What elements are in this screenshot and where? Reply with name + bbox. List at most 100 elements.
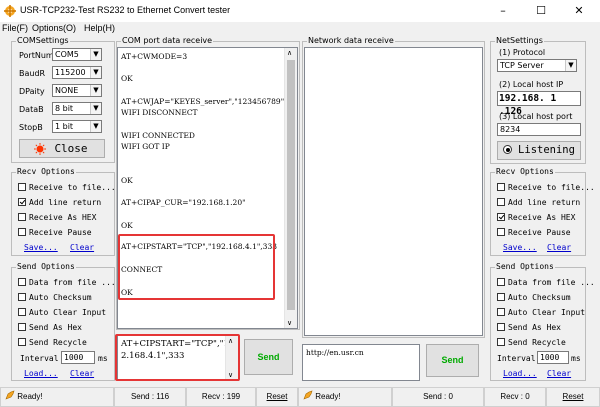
network-send-textarea[interactable]: http://en.usr.cn [302,344,420,381]
network-send-button[interactable]: Send [426,344,479,377]
receive-to-file-label: Receive to file... [29,183,116,192]
checkbox-box [497,213,505,221]
port-value: COM5 [55,50,79,59]
net-send-as-hex-checkbox[interactable]: Send As Hex [497,323,561,332]
send-options-left-title: Send Options [16,262,76,271]
close-port-label: Close [54,142,88,155]
net-auto-clear-input-label: Auto Clear Input [508,308,586,317]
close-window-button[interactable]: ✕ [560,0,598,22]
ready-icon [5,390,15,400]
net-interval-input[interactable]: 1000 [537,351,569,364]
net-settings-group: NetSettings (1) Protocol TCP Server ▼ (2)… [490,36,586,164]
network-receive-textarea[interactable] [304,47,483,336]
log-line: WIFI CONNECTED [121,131,195,140]
protocol-select[interactable]: TCP Server ▼ [497,59,577,72]
net-receive-as-hex-checkbox[interactable]: Receive As HEX [497,213,575,222]
net-data-from-file-checkbox[interactable]: Data from file ... [497,278,595,287]
reset-button[interactable]: Reset [256,387,298,407]
recv-options-right-group: Recv Options Receive to file... Add line… [490,167,595,256]
log-line: OK [121,74,133,83]
maximize-button[interactable]: ☐ [522,0,560,22]
ready-text: Ready! [17,392,43,401]
data-from-file-checkbox[interactable]: Data from file ... [18,278,116,287]
receive-pause-checkbox[interactable]: Receive Pause [18,228,92,237]
com-send-button[interactable]: Send [244,339,293,375]
listening-button[interactable]: Listening [497,141,581,160]
interval-label: Interval [20,354,59,363]
auto-clear-input-checkbox[interactable]: Auto Clear Input [18,308,106,317]
add-line-return-label: Add line return [29,198,102,207]
net-receive-pause-checkbox[interactable]: Receive Pause [497,228,571,237]
net-auto-checksum-checkbox[interactable]: Auto Checksum [497,293,571,302]
scroll-thumb[interactable] [287,60,295,310]
parity-label: DPaity [19,87,45,96]
menu-options[interactable]: Options(O) [32,23,76,33]
auto-checksum-checkbox[interactable]: Auto Checksum [18,293,92,302]
interval-input[interactable]: 1000 [61,351,95,364]
receive-pause-label: Receive Pause [29,228,92,237]
net-receive-to-file-checkbox[interactable]: Receive to file... [497,183,595,192]
add-line-return-checkbox[interactable]: Add line return [18,198,101,207]
status-recv-count: Recv : 199 [186,387,256,407]
minimize-button[interactable]: – [484,0,522,22]
log-line: WIFI GOT IP [121,142,170,151]
receive-as-hex-label: Receive As HEX [29,213,97,222]
stopbits-select[interactable]: 1 bit ▼ [52,120,102,133]
net-send-recycle-checkbox[interactable]: Send Recycle [497,338,566,347]
log-line: AT+CIPAP_CUR="192.168.1.20" [121,198,246,207]
net-add-line-return-label: Add line return [508,198,581,207]
app-icon [4,5,16,17]
net-save-link[interactable]: Save... [503,243,537,252]
net-add-line-return-checkbox[interactable]: Add line return [497,198,580,207]
log-line: AT+CWJAP="KEYES_server","123456789" [121,97,285,106]
highlight-box [118,234,275,300]
radio-icon [503,145,513,154]
host-ip-input[interactable]: 192.168. 1 .126 [497,91,581,117]
status-net-send-count: Send : 0 [392,387,484,407]
host-port-label: (3) Local host port [499,112,573,121]
auto-clear-input-label: Auto Clear Input [29,308,107,317]
send-as-hex-label: Send As Hex [29,323,82,332]
send-options-right-group: Send Options Data from file ... Auto Che… [490,262,595,381]
net-receive-pause-label: Receive Pause [508,228,571,237]
network-receive-title: Network data receive [307,36,395,45]
net-interval-label: Interval [497,354,536,363]
ready-text: Ready! [315,392,341,401]
protocol-value: TCP Server [500,61,544,70]
save-link[interactable]: Save... [24,243,58,252]
checkbox-box [497,198,505,206]
data-from-file-label: Data from file ... [29,278,116,287]
send-recycle-checkbox[interactable]: Send Recycle [18,338,87,347]
port-select[interactable]: COM5 ▼ [52,48,102,61]
send-options-right-title: Send Options [495,262,555,271]
net-load-link[interactable]: Load... [503,369,537,378]
send-as-hex-checkbox[interactable]: Send As Hex [18,323,82,332]
com-receive-scrollbar[interactable]: ∧ ∨ [284,48,297,328]
checkbox-box [18,308,26,316]
menu-file[interactable]: File(F) [2,23,28,33]
checkbox-box [18,183,26,191]
menu-help[interactable]: Help(H) [84,23,115,33]
parity-value: NONE [55,86,79,95]
net-auto-clear-input-checkbox[interactable]: Auto Clear Input [497,308,585,317]
clear-recv-link[interactable]: Clear [70,243,94,252]
log-line: OK [121,221,133,230]
databits-select[interactable]: 8 bit ▼ [52,102,102,115]
close-port-button[interactable]: Close [19,139,105,158]
net-clear-recv-link[interactable]: Clear [547,243,571,252]
baud-select[interactable]: 115200 ▼ [52,66,102,79]
send-options-left-group: Send Options Data from file ... Auto Che… [11,262,116,381]
receive-to-file-checkbox[interactable]: Receive to file... [18,183,116,192]
net-clear-send-link[interactable]: Clear [547,369,571,378]
parity-select[interactable]: NONE ▼ [52,84,102,97]
clear-send-link[interactable]: Clear [70,369,94,378]
chevron-up-icon: ∧ [287,49,293,57]
checkbox-box [497,308,505,316]
host-port-input[interactable]: 8234 [497,123,581,136]
receive-as-hex-checkbox[interactable]: Receive As HEX [18,213,96,222]
load-link[interactable]: Load... [24,369,58,378]
net-reset-button[interactable]: Reset [546,387,600,407]
log-line: AT+CWMODE=3 [121,52,188,61]
title-bar: USR-TCP232-Test RS232 to Ethernet Conver… [0,0,600,22]
window-title: USR-TCP232-Test RS232 to Ethernet Conver… [20,5,231,15]
